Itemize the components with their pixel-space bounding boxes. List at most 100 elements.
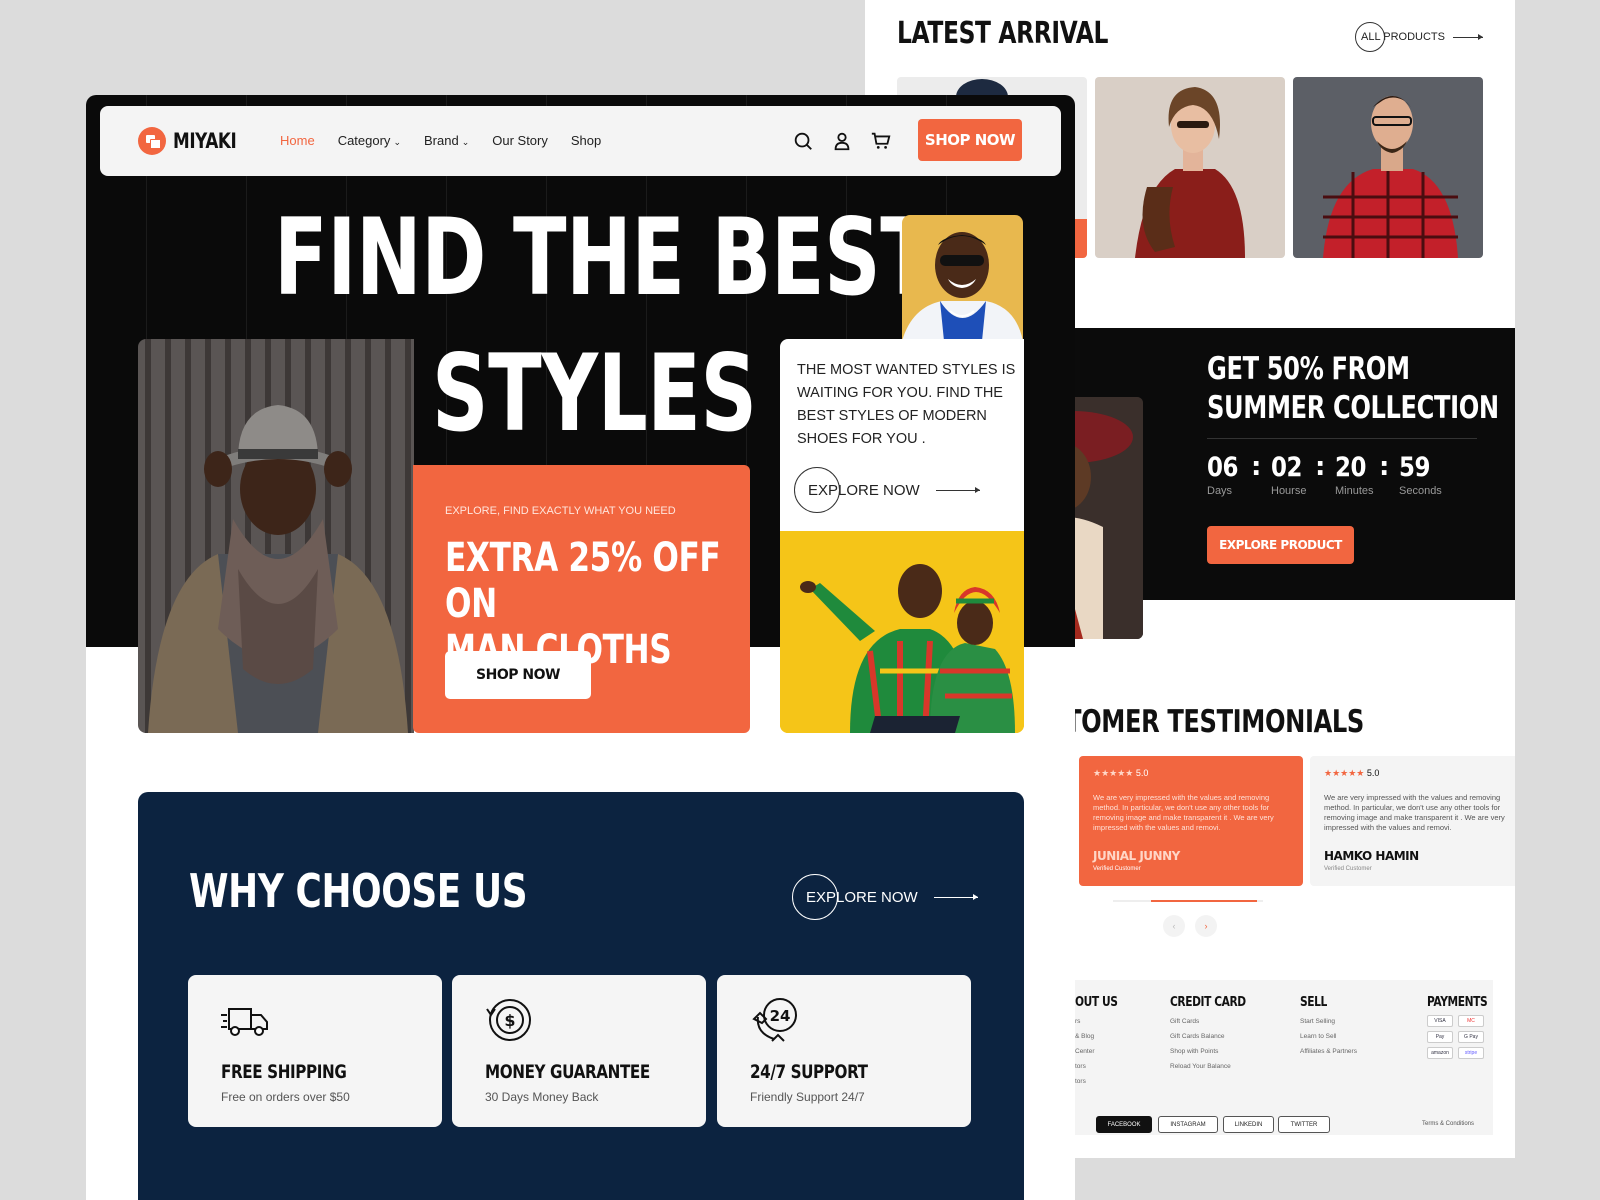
footer-link[interactable]: Gift Cards Balance xyxy=(1170,1033,1262,1040)
footer-link[interactable]: Shop with Points xyxy=(1170,1048,1262,1055)
footer-col-about: OUT US rs & Blog Center tors tors xyxy=(1075,995,1127,1085)
feature-title: FREE SHIPPING xyxy=(221,1061,347,1083)
next-button[interactable]: › xyxy=(1195,915,1217,937)
footer-link[interactable]: Gift Cards xyxy=(1170,1018,1262,1025)
nav-our-story[interactable]: Our Story xyxy=(492,133,548,148)
footer-link[interactable]: Reload Your Balance xyxy=(1170,1063,1262,1070)
apple-pay-icon: Pay xyxy=(1427,1031,1453,1043)
countdown-value: 59 xyxy=(1399,452,1431,483)
hero-title-line-2: STYLES xyxy=(432,332,757,455)
arrow-right-icon xyxy=(933,893,978,900)
why-explore-now-link[interactable]: EXPLORE NOW xyxy=(792,874,978,920)
cart-icon[interactable] xyxy=(870,130,892,152)
latest-arrival-title: LATEST ARRIVAL xyxy=(897,16,1109,51)
countdown-timer: 06 Days : 02 Hourse : 20 Minutes : 59 Se… xyxy=(1207,452,1463,497)
money-back-icon: $ xyxy=(486,999,531,1041)
hero-title-line-1: FIND THE BEST xyxy=(274,196,934,319)
star-icon: ★★★★★ xyxy=(1324,768,1365,778)
why-choose-us-title: WHY CHOOSE US xyxy=(189,864,528,918)
ring-decoration xyxy=(1355,22,1386,52)
nav-label: Home xyxy=(280,133,315,148)
arrow-right-icon xyxy=(935,486,980,493)
info-card-text: THE MOST WANTED STYLES IS WAITING FOR YO… xyxy=(797,362,1016,447)
terms-link[interactable]: Terms & Conditions xyxy=(1422,1121,1474,1127)
testimonial-name: JUNIAL JUNNY xyxy=(1093,849,1180,863)
footer-link[interactable]: Affiliates & Partners xyxy=(1300,1048,1357,1055)
testimonial-role: Verified Customer xyxy=(1324,866,1372,872)
explore-product-button[interactable]: EXPLORE PRODUCT xyxy=(1207,526,1354,564)
countdown-days: 06 Days xyxy=(1207,452,1271,497)
nav-label: Shop xyxy=(570,133,602,148)
arrow-right-icon xyxy=(1453,33,1483,40)
footer-link[interactable]: Start Selling xyxy=(1300,1018,1357,1025)
brand-logo[interactable]: MIYAKI xyxy=(173,129,237,153)
feature-subtitle: 30 Days Money Back xyxy=(485,1090,599,1104)
nav-brand[interactable]: Brand ⌄ xyxy=(424,133,469,148)
summer-title-line-1: GET 50% FROM xyxy=(1207,351,1410,387)
search-icon[interactable] xyxy=(792,130,814,152)
prev-button[interactable]: ‹ xyxy=(1163,915,1185,937)
stripe-icon: stripe xyxy=(1458,1047,1484,1059)
footer-link[interactable]: Center xyxy=(1075,1048,1127,1055)
divider xyxy=(1207,438,1477,439)
info-card: THE MOST WANTED STYLES IS WAITING FOR YO… xyxy=(780,339,1024,531)
feature-subtitle: Friendly Support 24/7 xyxy=(750,1090,865,1104)
nav-home[interactable]: Home xyxy=(280,133,315,148)
svg-text:$: $ xyxy=(504,1011,515,1030)
countdown-label: Hourse xyxy=(1271,485,1307,497)
countdown-minutes: 20 Minutes xyxy=(1335,452,1399,497)
star-icon: ★★★★★ xyxy=(1093,768,1134,778)
footer-link[interactable]: tors xyxy=(1075,1063,1127,1070)
footer-heading: PAYMENTS xyxy=(1427,995,1488,1010)
why-choose-us-section: WHY CHOOSE US EXPLORE NOW FREE SHIPPING … xyxy=(138,792,1024,1200)
amazon-pay-icon: amazon xyxy=(1427,1047,1453,1059)
footer-heading: SELL xyxy=(1300,995,1327,1010)
summer-title: GET 50% FROM SUMMER COLLECTION xyxy=(1207,350,1515,428)
nav-shop[interactable]: Shop xyxy=(571,133,601,148)
feature-card-shipping: FREE SHIPPING Free on orders over $50 xyxy=(188,975,442,1127)
promo-title-line-1: EXTRA 25% OFF ON xyxy=(445,535,721,627)
footer-link[interactable]: rs xyxy=(1075,1018,1127,1025)
testimonial-text: We are very impressed with the values an… xyxy=(1324,793,1505,832)
shop-now-button[interactable]: SHOP NOW xyxy=(918,119,1022,161)
all-products-link[interactable]: ALL PRODUCTS xyxy=(1355,22,1483,52)
product-card-2[interactable] xyxy=(1095,77,1285,258)
footer-link[interactable]: tors xyxy=(1075,1078,1127,1085)
testimonial-card-2: ★★★★★ 5.0 We are very impressed with the… xyxy=(1310,756,1515,886)
countdown-label: Minutes xyxy=(1335,485,1374,497)
promo-shop-now-button[interactable]: SHOP NOW xyxy=(445,651,591,699)
explore-now-link[interactable]: EXPLORE NOW xyxy=(794,467,980,513)
countdown-label: Seconds xyxy=(1399,485,1442,497)
testimonial-text: We are very impressed with the values an… xyxy=(1093,793,1274,832)
countdown-label: Days xyxy=(1207,485,1233,497)
linkedin-button[interactable]: LINKEDIN xyxy=(1223,1116,1274,1133)
twitter-button[interactable]: TWITTER xyxy=(1278,1116,1330,1133)
logo-icon xyxy=(138,127,166,155)
product-photo xyxy=(1095,77,1285,258)
footer-col-credit: CREDIT CARD Gift Cards Gift Cards Balanc… xyxy=(1170,995,1262,1070)
testimonial-progress xyxy=(1113,900,1263,902)
countdown-value: 02 xyxy=(1271,452,1303,483)
countdown-seconds: 59 Seconds xyxy=(1399,452,1463,497)
chevron-down-icon: ⌄ xyxy=(393,137,401,147)
product-card-3[interactable] xyxy=(1293,77,1483,258)
google-pay-icon: G Pay xyxy=(1458,1031,1484,1043)
rating-value: 5.0 xyxy=(1135,768,1149,778)
footer-col-payments: PAYMENTS xyxy=(1427,995,1501,1010)
footer-link[interactable]: Learn to Sell xyxy=(1300,1033,1357,1040)
user-icon[interactable] xyxy=(831,130,853,152)
hero-photo-man-hat xyxy=(138,339,414,733)
testimonial-card-1: ★★★★★ 5.0 We are very impressed with the… xyxy=(1079,756,1303,886)
instagram-button[interactable]: INSTAGRAM xyxy=(1158,1116,1218,1133)
summer-title-line-2: SUMMER COLLECTION xyxy=(1207,390,1499,426)
hero-photo-smiling-man xyxy=(902,215,1023,341)
footer-link[interactable]: & Blog xyxy=(1075,1033,1127,1040)
promo-card: EXPLORE, FIND EXACTLY WHAT YOU NEED EXTR… xyxy=(413,465,750,733)
facebook-button[interactable]: FACEBOOK xyxy=(1096,1116,1152,1133)
testimonial-role: Verified Customer xyxy=(1093,866,1141,872)
footer-heading: CREDIT CARD xyxy=(1170,995,1246,1010)
footer-heading: OUT US xyxy=(1075,995,1118,1010)
nav-label: Brand xyxy=(423,133,459,148)
nav-label: Our Story xyxy=(492,133,548,148)
nav-category[interactable]: Category ⌄ xyxy=(338,133,401,148)
